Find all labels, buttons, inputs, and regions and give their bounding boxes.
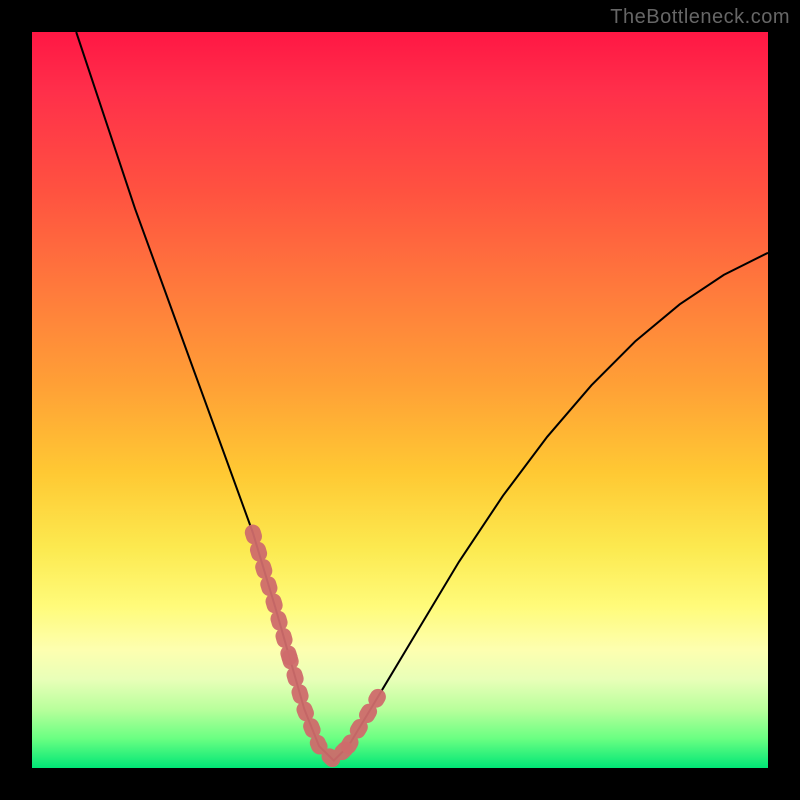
chart-plot-area xyxy=(32,32,768,768)
watermark-text: TheBottleneck.com xyxy=(610,6,790,29)
trough-highlight xyxy=(290,658,349,761)
bottleneck-curve xyxy=(76,32,768,761)
left-highlight xyxy=(253,533,290,658)
curve-highlights xyxy=(253,533,378,761)
chart-frame: TheBottleneck.com xyxy=(0,0,800,800)
right-highlight xyxy=(349,697,378,746)
chart-svg xyxy=(32,32,768,768)
curve-line xyxy=(76,32,768,761)
